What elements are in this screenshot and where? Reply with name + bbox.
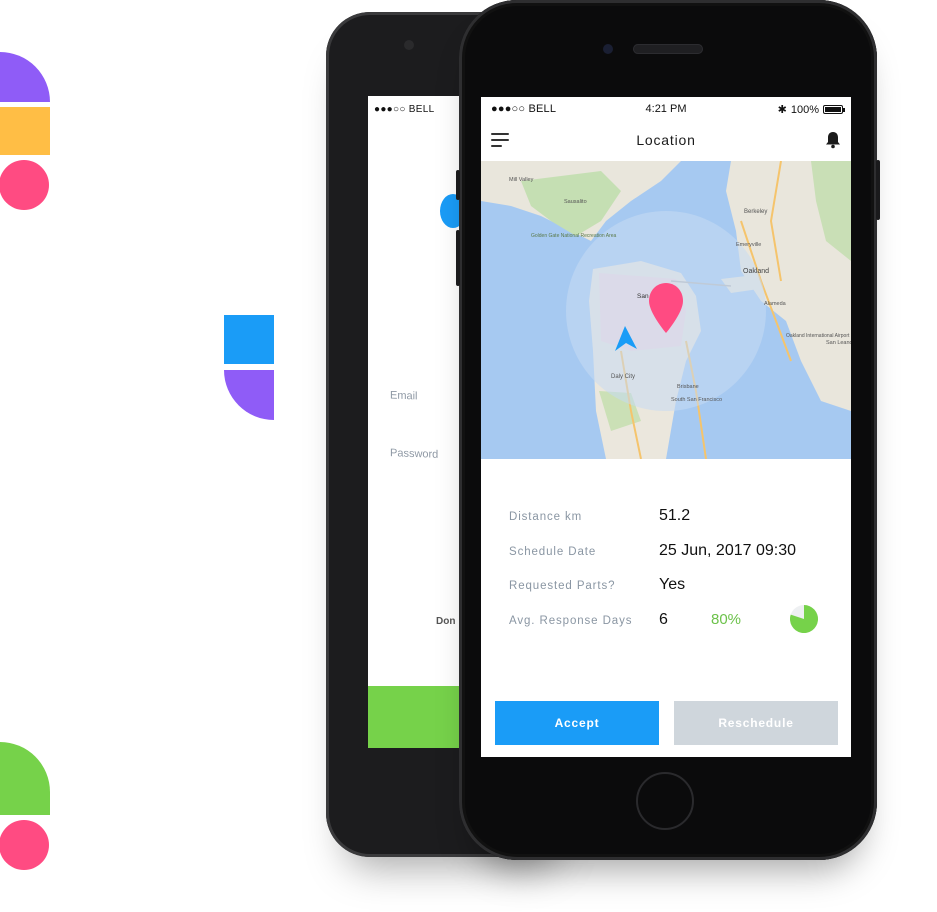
purple-quarter-shape [224, 370, 274, 420]
map-label-south-sf: South San Francisco [671, 397, 722, 403]
earpiece-speaker [633, 44, 703, 54]
map-label-alameda: Alameda [764, 301, 787, 307]
front-phone-screen: ●●●○○ BELL 4:21 PM ✱ 100% Location Berke… [481, 97, 851, 757]
front-camera [603, 44, 613, 54]
pink-circle-bottom [0, 820, 49, 870]
map-label-san-leandro: San Leandro [826, 340, 851, 346]
map-label-sausalito: Sausalito [564, 199, 587, 205]
map-view[interactable]: Berkeley Emeryville Oakland Alameda Oakl… [481, 161, 851, 459]
power-button [876, 160, 880, 220]
page-title: Location [636, 132, 696, 148]
map-label-berkeley: Berkeley [744, 209, 767, 215]
purple-half-circle [0, 52, 50, 102]
map-label-emeryville: Emeryville [736, 242, 761, 248]
map-label-oakland: Oakland [743, 268, 769, 275]
map-label-airport: Oakland International Airport [786, 333, 850, 339]
map-graphic: Berkeley Emeryville Oakland Alameda Oakl… [481, 161, 851, 459]
status-battery-text: 100% [790, 103, 819, 116]
detail-value: Yes [659, 576, 686, 593]
bluetooth-icon: ✱ [777, 104, 787, 116]
map-label-daly-city: Daly City [611, 374, 635, 380]
map-label-brisbane: Brisbane [677, 384, 699, 390]
green-half-circle [0, 742, 50, 815]
detail-value: 25 Jun, 2017 09:30 [659, 542, 797, 559]
back-phone-camera [404, 40, 414, 50]
mute-switch [456, 170, 460, 200]
response-percent: 80% [711, 611, 742, 628]
pink-circle-top [0, 160, 49, 210]
decorative-shapes-left [0, 52, 274, 870]
bell-icon[interactable] [825, 131, 841, 149]
front-phone: ●●●○○ BELL 4:21 PM ✱ 100% Location Berke… [456, 0, 880, 860]
detail-label: Schedule Date [509, 546, 597, 558]
reschedule-button[interactable]: Reschedule [674, 701, 838, 745]
back-password-label[interactable]: Password [390, 447, 438, 461]
home-button[interactable] [636, 772, 694, 830]
detail-label: Avg. Response Days [509, 615, 633, 627]
status-right: ✱ 100% [777, 103, 845, 116]
back-partial-link[interactable]: Don [436, 616, 455, 627]
battery-icon [823, 105, 845, 114]
status-bar: ●●●○○ BELL 4:21 PM ✱ 100% [481, 97, 851, 121]
map-label-mill-valley: Mill Valley [509, 177, 534, 183]
nav-bar: Location [481, 123, 851, 161]
yellow-square [0, 107, 50, 155]
accept-button[interactable]: Accept [495, 701, 659, 745]
progress-pie-icon [790, 605, 819, 633]
back-email-label[interactable]: Email [390, 390, 418, 403]
blue-square [224, 315, 274, 364]
volume-up-button [456, 230, 460, 286]
detail-value: 6 [659, 611, 668, 628]
detail-label: Distance km [509, 511, 583, 523]
map-label-ggnra: Golden Gate National Recreation Area [531, 233, 617, 239]
back-status-carrier: ●●●○○ BELL [374, 104, 435, 115]
detail-value: 51.2 [659, 507, 691, 524]
detail-label: Requested Parts? [509, 580, 616, 592]
